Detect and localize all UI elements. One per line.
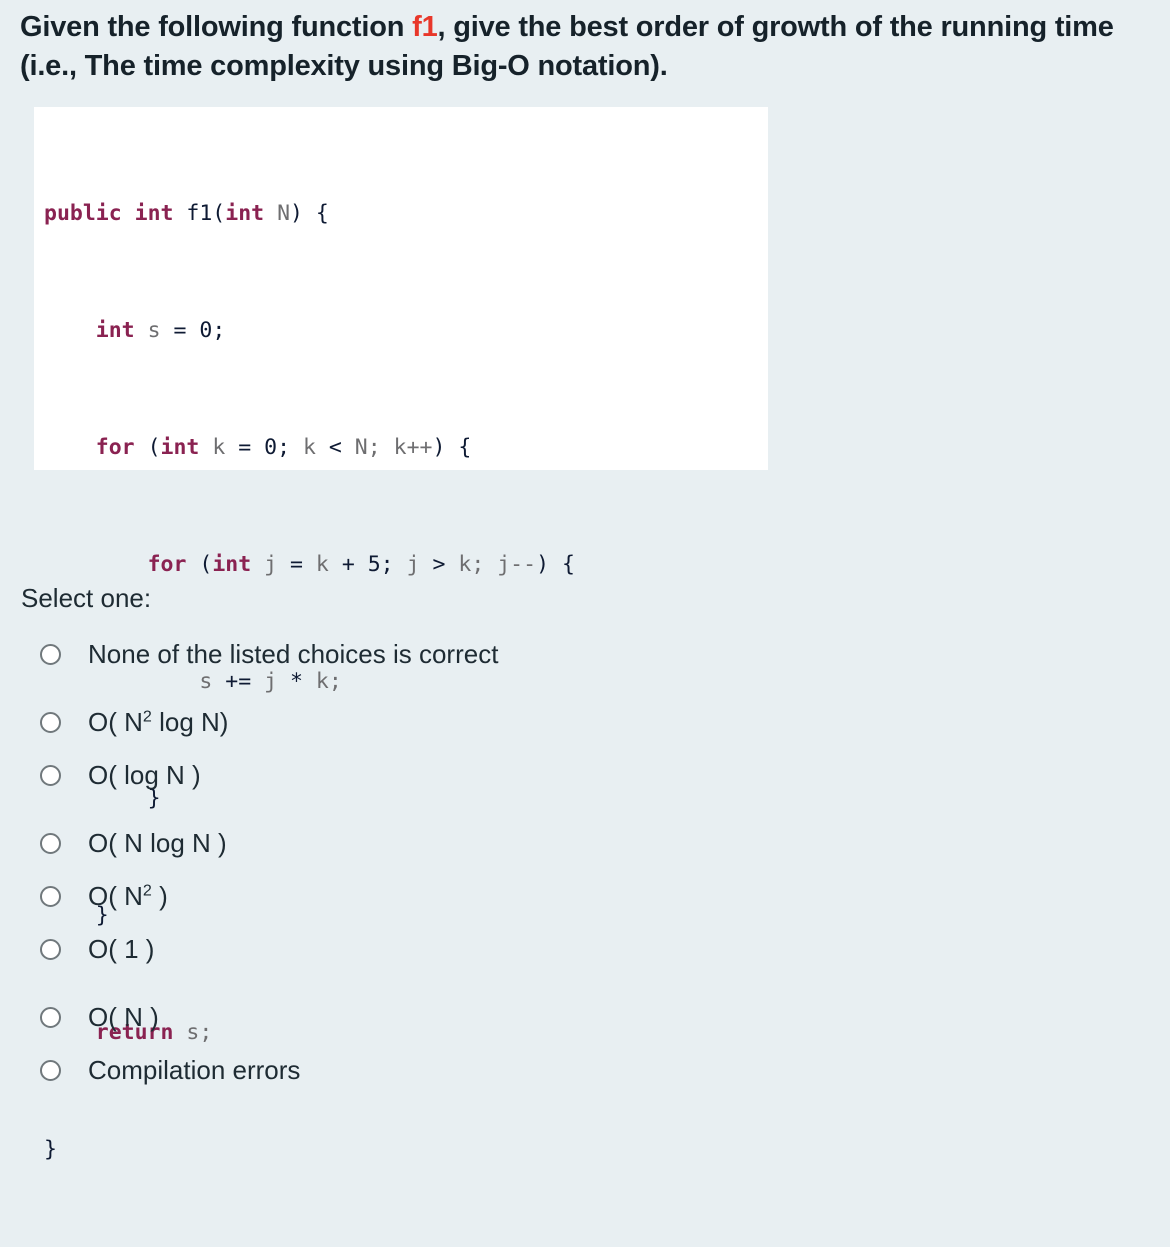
option-label: Compilation errors [88,1055,301,1085]
option-row-n-log-n[interactable]: O( N log N ) [0,825,1170,861]
select-one-label: Select one: [21,583,152,613]
function-name-highlight: f1 [412,11,438,43]
option-label: O( N ) [88,1002,159,1032]
option-label: None of the listed choices is correct [88,639,499,669]
radio-button-icon[interactable] [40,1006,61,1028]
radio-button-icon[interactable] [40,643,61,665]
question-heading: Given the following function f1, give th… [20,8,1160,85]
code-line: public int f1(int N) { [44,201,329,226]
code-line: for (int j = k + 5; j > k; j--) { [147,552,575,577]
option-label: O( N2 ) [88,881,168,911]
radio-button-icon[interactable] [40,885,61,907]
radio-button-icon[interactable] [40,938,61,960]
question-text-before-function: Given the following function [20,11,413,43]
option-row-n2-log-n[interactable]: O( N2 log N) [0,704,1170,740]
code-line: } [44,1137,57,1162]
radio-button-icon[interactable] [40,764,61,786]
answer-options-list: None of the listed choices is correct O(… [0,636,1170,1088]
radio-button-icon[interactable] [40,1059,61,1081]
option-label: O( 1 ) [88,934,155,964]
option-label: O( N2 log N) [88,707,229,737]
radio-button-icon[interactable] [40,832,61,854]
option-label: O( log N ) [88,760,201,790]
option-row-log-n[interactable]: O( log N ) [0,757,1170,793]
code-line: for (int k = 0; k < N; k++) { [95,435,472,460]
option-label: O( N log N ) [88,828,227,858]
option-row-none-of-the-listed-choices[interactable]: None of the listed choices is correct [0,636,1170,672]
option-row-n[interactable]: O( N ) [0,999,1170,1035]
radio-button-icon[interactable] [40,711,61,733]
option-row-n2[interactable]: O( N2 ) [0,878,1170,914]
code-line: int s = 0; [95,318,226,343]
option-row-compilation-errors[interactable]: Compilation errors [0,1052,1170,1088]
code-block: public int f1(int N) { int s = 0; for (i… [34,107,768,1162]
option-row-constant[interactable]: O( 1 ) [0,931,1170,967]
